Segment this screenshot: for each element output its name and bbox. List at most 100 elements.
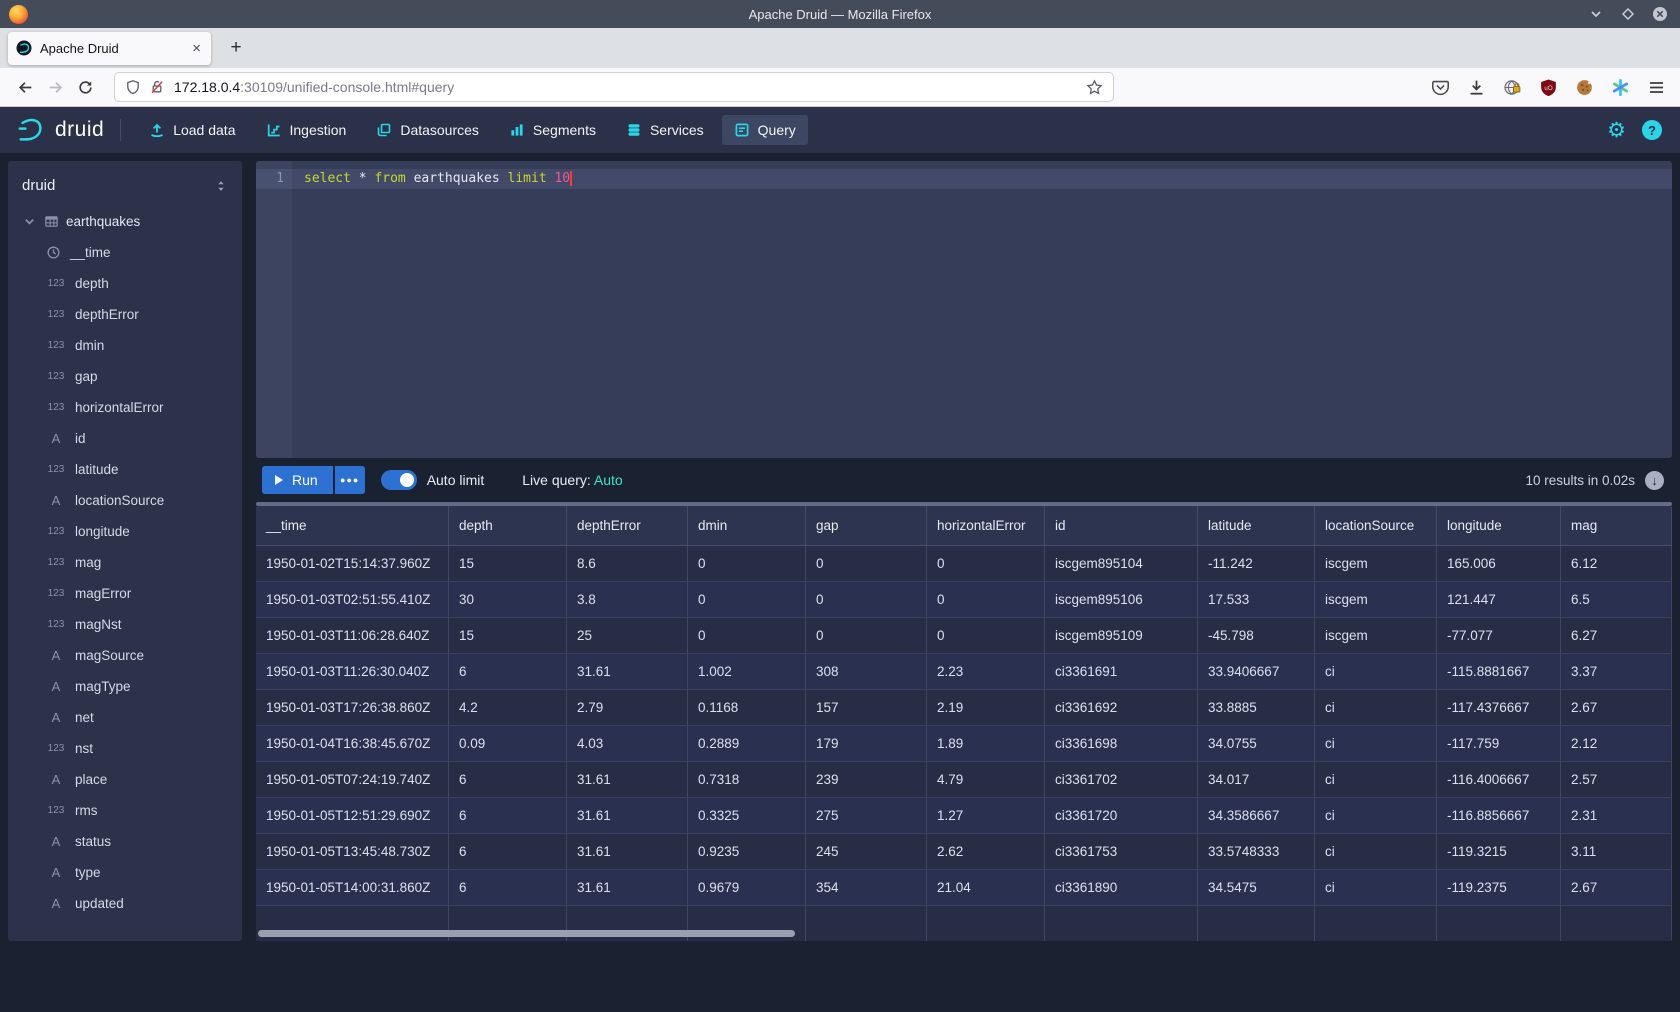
table-cell[interactable]: 2.62 bbox=[927, 834, 1045, 869]
tree-column-gap[interactable]: 123gap bbox=[8, 361, 242, 392]
table-cell[interactable]: 4.03 bbox=[567, 726, 688, 761]
table-cell[interactable]: 354 bbox=[806, 870, 927, 905]
table-cell[interactable]: 15 bbox=[449, 618, 567, 653]
table-cell[interactable]: ci bbox=[1315, 798, 1437, 833]
table-cell[interactable]: 1.27 bbox=[927, 798, 1045, 833]
live-query-value-link[interactable]: Auto bbox=[594, 472, 623, 488]
tree-column-horizontalError[interactable]: 123horizontalError bbox=[8, 392, 242, 423]
table-cell[interactable]: -77.077 bbox=[1437, 618, 1561, 653]
table-cell[interactable]: 30 bbox=[449, 582, 567, 617]
sort-double-caret-icon[interactable] bbox=[214, 179, 228, 193]
table-cell[interactable]: -11.242 bbox=[1198, 546, 1315, 581]
tree-column-updated[interactable]: Aupdated bbox=[8, 888, 242, 919]
table-cell[interactable]: 308 bbox=[806, 654, 927, 689]
table-cell[interactable]: 121.447 bbox=[1437, 582, 1561, 617]
table-cell[interactable]: ci3361698 bbox=[1045, 726, 1198, 761]
new-tab-button[interactable]: + bbox=[221, 33, 251, 63]
column-header-longitude[interactable]: longitude bbox=[1437, 506, 1561, 545]
tree-column-__time[interactable]: __time bbox=[8, 237, 242, 268]
tree-column-depth[interactable]: 123depth bbox=[8, 268, 242, 299]
table-cell[interactable]: ci3361753 bbox=[1045, 834, 1198, 869]
tree-column-status[interactable]: Astatus bbox=[8, 826, 242, 857]
sql-code-line[interactable]: select * from earthquakes limit 10 bbox=[304, 171, 572, 186]
insecure-lock-icon[interactable] bbox=[149, 79, 165, 95]
table-cell[interactable]: -117.759 bbox=[1437, 726, 1561, 761]
table-cell[interactable]: ci3361702 bbox=[1045, 762, 1198, 797]
nav-item-datasources[interactable]: Datasources bbox=[364, 115, 491, 145]
table-cell[interactable]: 34.017 bbox=[1198, 762, 1315, 797]
column-header-latitude[interactable]: latitude bbox=[1198, 506, 1315, 545]
table-cell[interactable]: 1.89 bbox=[927, 726, 1045, 761]
table-cell[interactable]: iscgem895104 bbox=[1045, 546, 1198, 581]
colorful-asterisk-extension-icon[interactable] bbox=[1611, 78, 1630, 97]
tree-column-id[interactable]: Aid bbox=[8, 423, 242, 454]
table-cell[interactable]: 3.37 bbox=[1561, 654, 1672, 689]
tree-column-longitude[interactable]: 123longitude bbox=[8, 516, 242, 547]
pocket-icon[interactable] bbox=[1431, 78, 1450, 97]
table-cell[interactable]: -45.798 bbox=[1198, 618, 1315, 653]
forward-button[interactable] bbox=[40, 72, 70, 102]
table-cell[interactable]: ci bbox=[1315, 654, 1437, 689]
table-cell[interactable]: 33.5748333 bbox=[1198, 834, 1315, 869]
table-cell[interactable]: -116.4006667 bbox=[1437, 762, 1561, 797]
table-cell[interactable]: 0 bbox=[806, 618, 927, 653]
table-cell[interactable]: 31.61 bbox=[567, 762, 688, 797]
table-cell[interactable]: 3.8 bbox=[567, 582, 688, 617]
table-cell[interactable]: 0.9679 bbox=[688, 870, 806, 905]
table-cell[interactable]: 2.23 bbox=[927, 654, 1045, 689]
downloads-icon[interactable] bbox=[1467, 78, 1486, 97]
nav-item-segments[interactable]: Segments bbox=[497, 115, 608, 145]
tree-item-earthquakes[interactable]: earthquakes bbox=[8, 206, 242, 237]
table-cell[interactable]: -117.4376667 bbox=[1437, 690, 1561, 725]
table-cell[interactable]: 6 bbox=[449, 798, 567, 833]
table-cell[interactable]: iscgem bbox=[1315, 618, 1437, 653]
table-cell[interactable]: 1950-01-05T13:45:48.730Z bbox=[256, 834, 449, 869]
table-cell[interactable]: 0 bbox=[688, 618, 806, 653]
url-bar[interactable]: 172.18.0.4:30109/unified-console.html#qu… bbox=[114, 72, 1114, 102]
table-cell[interactable]: 21.04 bbox=[927, 870, 1045, 905]
tree-column-magType[interactable]: AmagType bbox=[8, 671, 242, 702]
table-cell[interactable]: 33.8885 bbox=[1198, 690, 1315, 725]
window-maximize-icon[interactable] bbox=[1620, 6, 1636, 22]
table-cell[interactable]: 2.19 bbox=[927, 690, 1045, 725]
table-cell[interactable]: 0 bbox=[688, 582, 806, 617]
proxy-extension-icon[interactable] bbox=[1503, 78, 1522, 97]
table-cell[interactable]: 3.11 bbox=[1561, 834, 1672, 869]
table-cell[interactable]: 4.79 bbox=[927, 762, 1045, 797]
tree-column-latitude[interactable]: 123latitude bbox=[8, 454, 242, 485]
table-cell[interactable]: 15 bbox=[449, 546, 567, 581]
download-results-icon[interactable]: ↓ bbox=[1645, 471, 1664, 490]
ublock-extension-icon[interactable]: uO bbox=[1539, 78, 1558, 97]
auto-limit-toggle[interactable] bbox=[381, 470, 417, 490]
table-cell[interactable]: 6.5 bbox=[1561, 582, 1672, 617]
table-cell[interactable]: 25 bbox=[567, 618, 688, 653]
table-cell[interactable]: -116.8856667 bbox=[1437, 798, 1561, 833]
table-cell[interactable]: 4.2 bbox=[449, 690, 567, 725]
table-cell[interactable]: 34.5475 bbox=[1198, 870, 1315, 905]
table-cell[interactable]: 2.57 bbox=[1561, 762, 1672, 797]
column-header-__time[interactable]: __time bbox=[256, 506, 449, 545]
window-close-icon[interactable] bbox=[1652, 6, 1668, 22]
table-cell[interactable]: 6.12 bbox=[1561, 546, 1672, 581]
table-cell[interactable]: 275 bbox=[806, 798, 927, 833]
table-cell[interactable]: 31.61 bbox=[567, 870, 688, 905]
gear-icon[interactable]: ⚙ bbox=[1607, 120, 1626, 141]
tree-column-locationSource[interactable]: AlocationSource bbox=[8, 485, 242, 516]
table-cell[interactable]: 1950-01-02T15:14:37.960Z bbox=[256, 546, 449, 581]
table-cell[interactable]: ci3361691 bbox=[1045, 654, 1198, 689]
table-cell[interactable]: ci bbox=[1315, 690, 1437, 725]
table-cell[interactable]: 0.1168 bbox=[688, 690, 806, 725]
table-cell[interactable]: 1950-01-04T16:38:45.670Z bbox=[256, 726, 449, 761]
nav-item-query[interactable]: Query bbox=[722, 115, 808, 145]
bookmark-star-icon[interactable] bbox=[1086, 79, 1103, 96]
table-cell[interactable]: 0.09 bbox=[449, 726, 567, 761]
nav-item-ingestion[interactable]: Ingestion bbox=[254, 115, 359, 145]
tree-column-rms[interactable]: 123rms bbox=[8, 795, 242, 826]
run-button[interactable]: Run bbox=[262, 466, 333, 494]
tab-close-icon[interactable]: × bbox=[190, 40, 203, 57]
table-cell[interactable]: ci3361720 bbox=[1045, 798, 1198, 833]
nav-item-load-data[interactable]: Load data bbox=[137, 115, 247, 145]
table-cell[interactable]: 239 bbox=[806, 762, 927, 797]
table-cell[interactable]: 157 bbox=[806, 690, 927, 725]
table-cell[interactable]: 33.9406667 bbox=[1198, 654, 1315, 689]
